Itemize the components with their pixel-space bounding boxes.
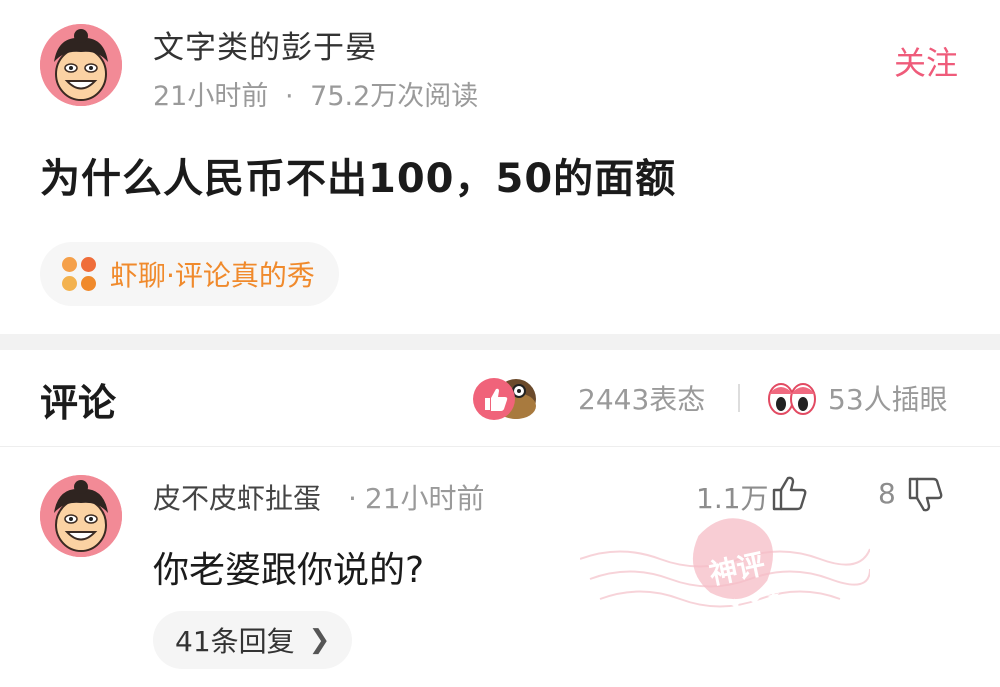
post-header: 文字类的彭于晏 21小时前 · 75.2万次阅读 关注: [0, 0, 1000, 130]
commenter-name[interactable]: 皮不皮虾扯蛋: [153, 477, 321, 517]
cartoon-face-icon: [40, 24, 122, 106]
clover-petal: [62, 276, 77, 291]
replies-label: 41条回复: [175, 625, 295, 658]
comment-meta: · 21小时前: [348, 477, 485, 517]
post-time: 21小时前: [153, 81, 269, 112]
follow-button[interactable]: 关注: [894, 38, 958, 84]
topic-tag[interactable]: 虾聊·评论真的秀: [40, 242, 339, 306]
author-avatar[interactable]: [40, 24, 122, 106]
dislike-count: 8: [878, 477, 896, 510]
post-title: 为什么人民币不出100，50的面额: [40, 156, 677, 202]
reaction-count: 2443表态: [578, 383, 706, 416]
post-meta: 21小时前 · 75.2万次阅读: [153, 74, 478, 113]
comments-header: 评论 2443表态 53人插眼: [0, 350, 1000, 447]
comments-title: 评论: [40, 381, 117, 425]
thumbs-down-icon[interactable]: [906, 475, 946, 515]
thumbs-up-icon[interactable]: [770, 473, 810, 513]
clover-icon: [62, 257, 96, 291]
comment-text: 你老婆跟你说的?: [153, 550, 425, 591]
chevron-right-icon: ❯: [308, 625, 331, 655]
cartoon-face-icon: [40, 475, 122, 557]
eyes-icon[interactable]: [766, 378, 818, 418]
topic-label: 虾聊·评论真的秀: [110, 259, 315, 292]
meta-separator: ·: [348, 482, 357, 515]
eyes-count: 53人插眼: [828, 383, 948, 416]
comment-time: 21小时前: [364, 482, 485, 515]
view-count: 75.2万次阅读: [310, 81, 479, 112]
commenter-avatar[interactable]: [40, 475, 122, 557]
clover-petal: [62, 257, 77, 272]
vertical-divider: [738, 384, 740, 412]
author-name[interactable]: 文字类的彭于晏: [153, 22, 377, 67]
clover-petal: [81, 276, 96, 291]
comment-item: 神评 ★ ★ ★ 皮不皮虾扯蛋 · 21小时前 1.1万 8 你老婆跟你说的? 4…: [0, 447, 1000, 687]
reaction-icons[interactable]: [472, 376, 562, 422]
like-count: 1.1万: [696, 482, 769, 515]
section-divider: [0, 334, 1000, 350]
view-replies-button[interactable]: 41条回复 ❯: [153, 611, 353, 669]
meta-separator: ·: [284, 81, 294, 112]
clover-petal: [81, 257, 96, 272]
